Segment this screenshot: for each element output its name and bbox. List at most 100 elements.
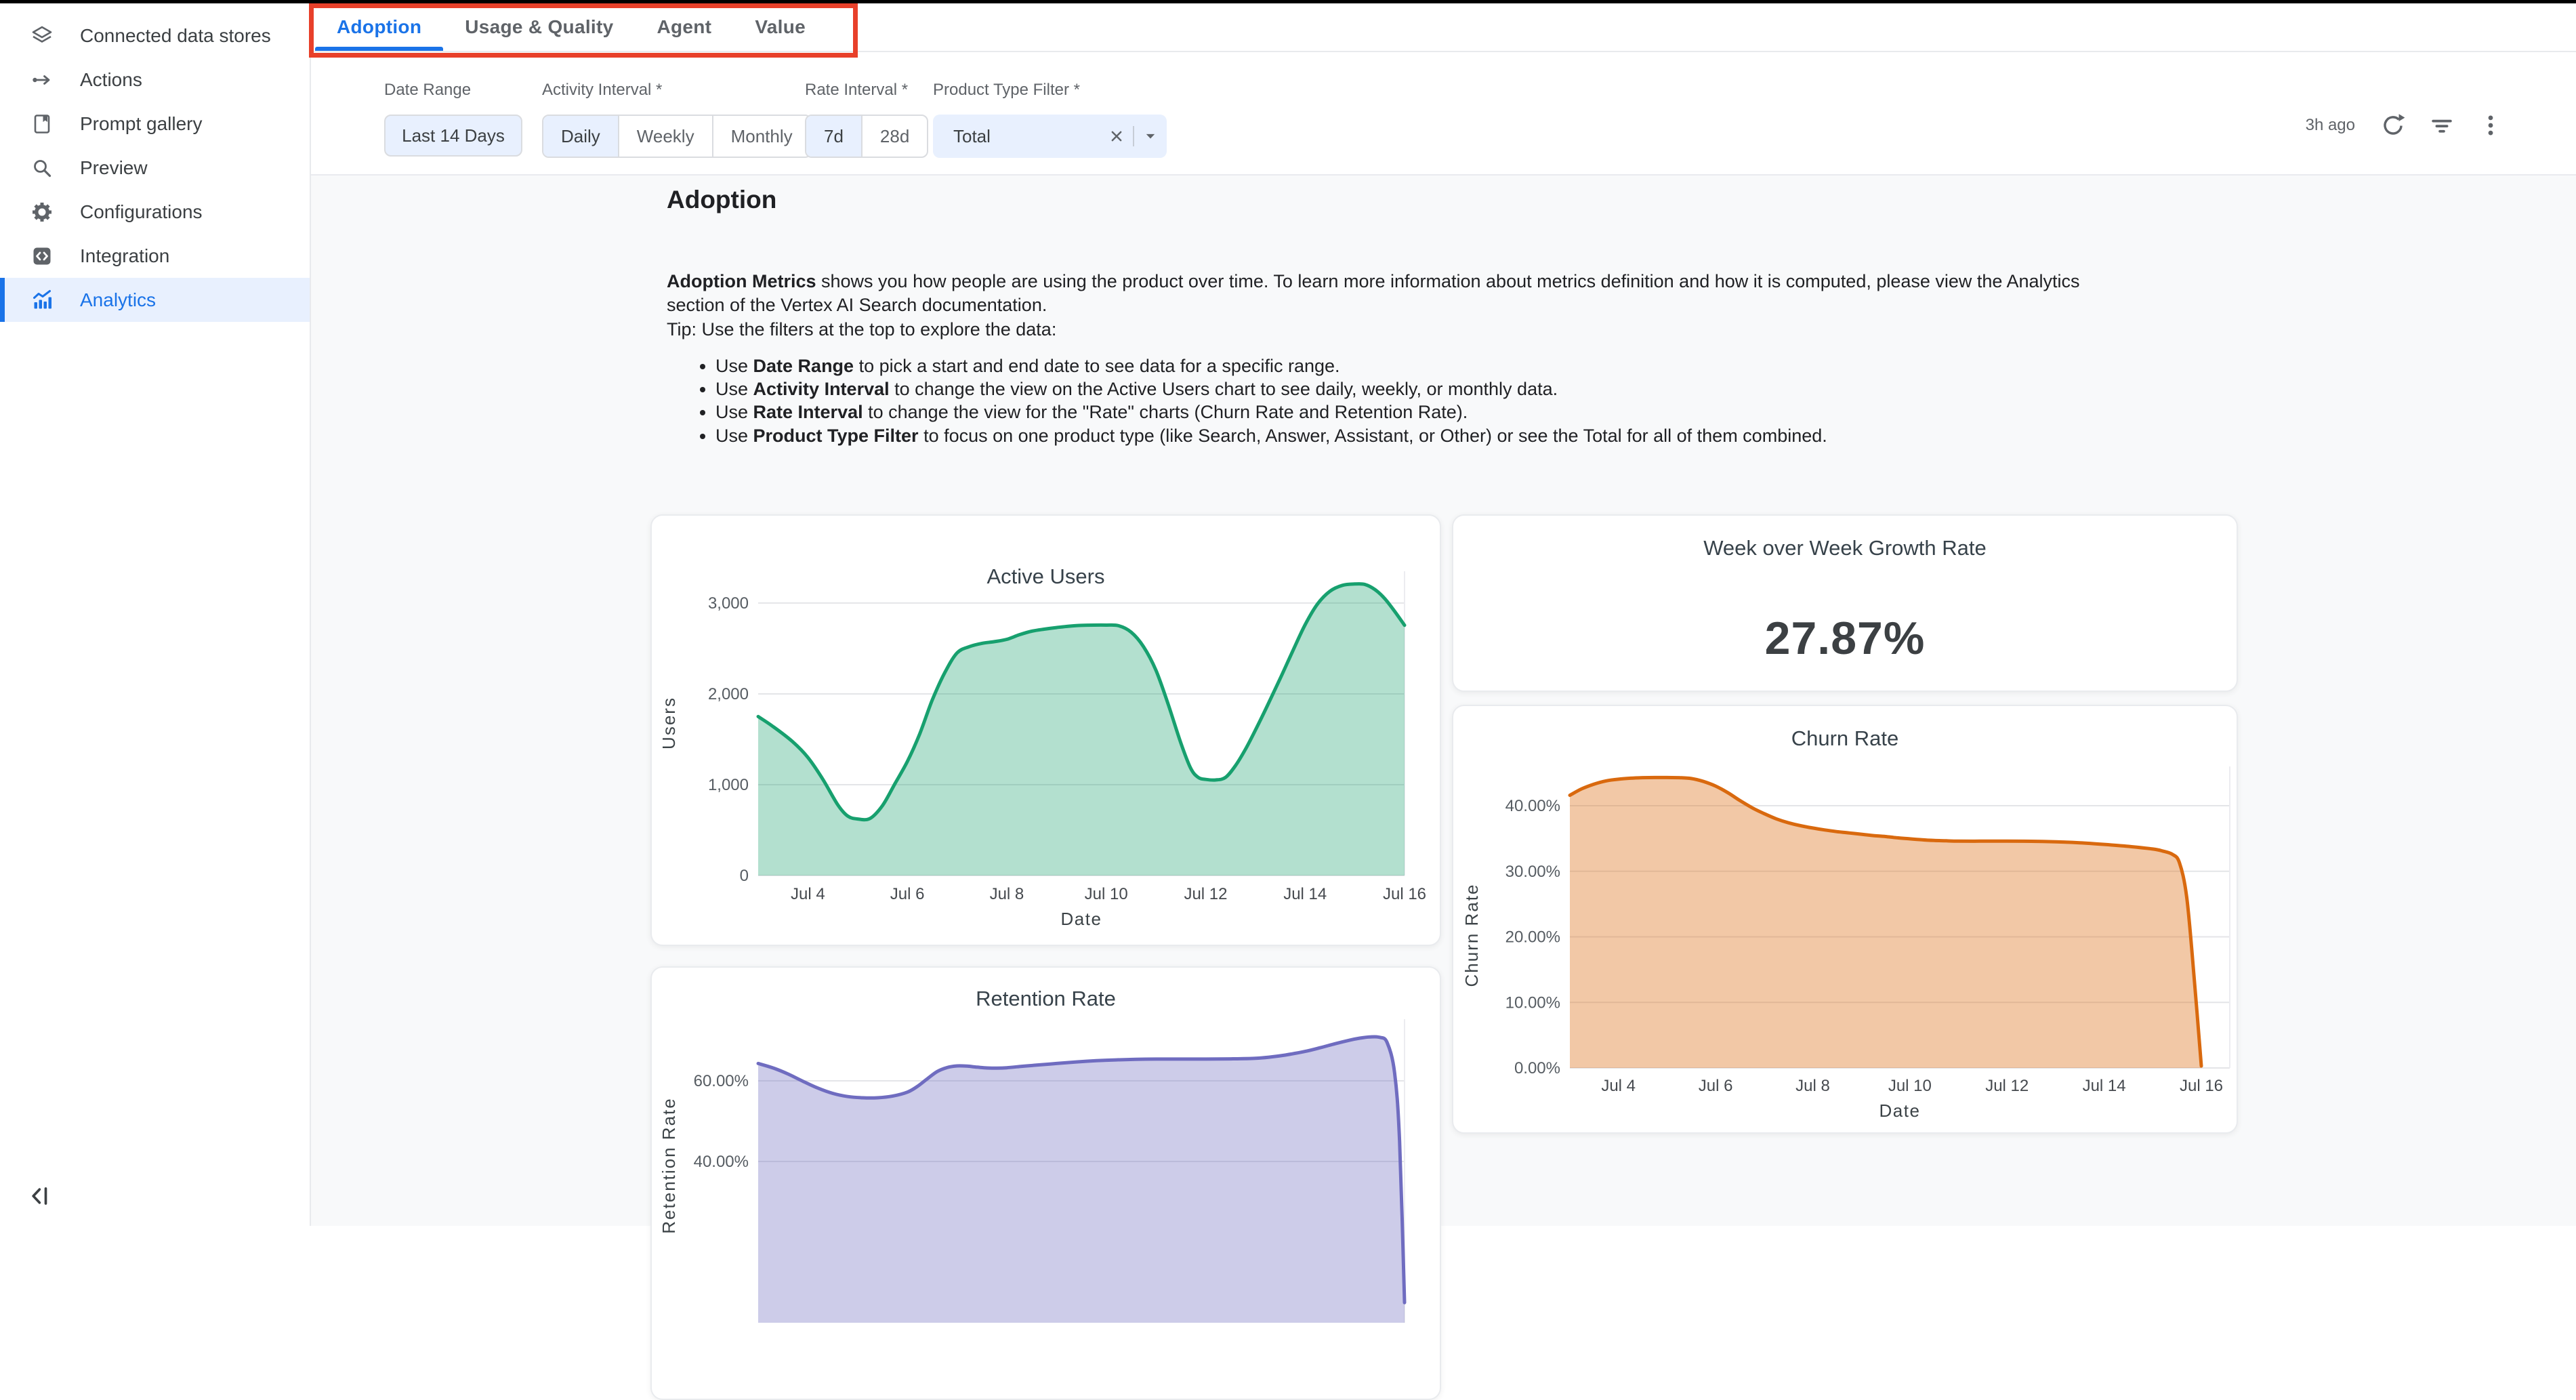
svg-text:Jul 12: Jul 12 xyxy=(1184,885,1227,903)
segment-daily[interactable]: Daily xyxy=(543,116,618,157)
app-window: Connected data stores Actions xyxy=(0,0,2576,1226)
list-item: Use Activity Interval to change the view… xyxy=(715,377,1827,400)
main-header: Adoption Usage & Quality Agent Value Dat… xyxy=(311,3,2576,176)
sidebar-item-configurations[interactable]: Configurations xyxy=(0,190,310,234)
svg-text:Date: Date xyxy=(1879,1100,1921,1121)
sidebar-item-label: Analytics xyxy=(80,289,156,311)
collapse-panel-icon[interactable] xyxy=(27,1181,57,1211)
sidebar-item-integration[interactable]: Integration xyxy=(0,234,310,278)
rate-interval-segments: 7d 28d xyxy=(805,115,928,158)
sidebar-item-label: Actions xyxy=(80,69,142,91)
actions-arrow-icon xyxy=(30,68,54,92)
svg-text:Jul 6: Jul 6 xyxy=(890,885,925,903)
filter-bar: Date Range Last 14 Days Activity Interva… xyxy=(311,52,2576,176)
rate-interval-filter: Rate Interval * 7d 28d xyxy=(805,81,928,158)
churn-rate-card: Churn Rate 0.00%10.00%20.00%30.00%40.00%… xyxy=(1452,705,2238,1134)
svg-text:Jul 14: Jul 14 xyxy=(1283,885,1327,903)
sidebar-item-label: Integration xyxy=(80,245,169,267)
growth-rate-value: 27.87% xyxy=(1453,612,2237,665)
churn-rate-chart: 0.00%10.00%20.00%30.00%40.00%Jul 4Jul 6J… xyxy=(1453,706,2238,1134)
sidebar-item-actions[interactable]: Actions xyxy=(0,58,310,102)
analytics-chart-icon xyxy=(30,288,54,312)
more-vert-icon[interactable] xyxy=(2476,110,2506,140)
tips-list: Use Date Range to pick a start and end d… xyxy=(667,354,1827,447)
intro-line1: shows you how people are using the produ… xyxy=(816,271,2080,291)
segment-weekly[interactable]: Weekly xyxy=(618,116,712,157)
datastore-icon xyxy=(30,24,54,48)
svg-text:30.00%: 30.00% xyxy=(1505,863,1560,881)
date-range-chip[interactable]: Last 14 Days xyxy=(384,115,522,157)
sidebar-item-analytics[interactable]: Analytics xyxy=(0,278,310,322)
list-item: Use Product Type Filter to focus on one … xyxy=(715,424,1827,447)
date-range-label: Date Range xyxy=(384,81,522,100)
svg-text:Jul 4: Jul 4 xyxy=(1601,1077,1636,1095)
growth-rate-card: Week over Week Growth Rate 27.87% xyxy=(1452,514,2238,692)
tab-agent[interactable]: Agent xyxy=(635,3,733,51)
sidebar-item-label: Prompt gallery xyxy=(80,113,203,135)
prompt-gallery-icon xyxy=(30,112,54,136)
svg-text:3,000: 3,000 xyxy=(708,594,749,613)
svg-text:Jul 12: Jul 12 xyxy=(1985,1077,2029,1095)
svg-text:Jul 8: Jul 8 xyxy=(1795,1077,1830,1095)
retention-rate-chart: 40.00% 60.00% Retention Rate xyxy=(652,968,1441,1388)
page-title: Adoption xyxy=(667,186,776,214)
filter-list-icon[interactable] xyxy=(2427,110,2457,140)
tab-value[interactable]: Value xyxy=(733,3,827,51)
sidebar-item-prompt-gallery[interactable]: Prompt gallery xyxy=(0,102,310,146)
activity-interval-label: Activity Interval * xyxy=(542,81,812,100)
last-refreshed-text: 3h ago xyxy=(2306,116,2355,135)
refresh-icon[interactable] xyxy=(2378,110,2408,140)
main-content: Adoption Adoption Metrics shows you how … xyxy=(311,174,2576,1226)
svg-text:Jul 16: Jul 16 xyxy=(1383,885,1426,903)
intro-line2: section of the Vertex AI Search document… xyxy=(667,295,1047,315)
svg-text:1,000: 1,000 xyxy=(708,776,749,794)
svg-text:20.00%: 20.00% xyxy=(1505,928,1560,947)
list-item: Use Date Range to pick a start and end d… xyxy=(715,354,1827,377)
sidebar-item-label: Configurations xyxy=(80,201,203,223)
svg-text:0.00%: 0.00% xyxy=(1514,1059,1560,1077)
sidebar-item-label: Preview xyxy=(80,157,148,179)
retention-rate-card: Retention Rate 40.00% 60.00% Retention Rat… xyxy=(650,966,1441,1400)
svg-text:Jul 6: Jul 6 xyxy=(1699,1077,1733,1095)
product-type-label: Product Type Filter * xyxy=(933,81,1167,100)
sidebar-item-connected-data-stores[interactable]: Connected data stores xyxy=(0,14,310,58)
sidebar-item-label: Connected data stores xyxy=(80,25,271,47)
svg-text:60.00%: 60.00% xyxy=(694,1072,749,1090)
refresh-cluster: 3h ago xyxy=(2306,110,2506,140)
clear-icon[interactable] xyxy=(1100,120,1133,152)
svg-text:Jul 10: Jul 10 xyxy=(1085,885,1128,903)
svg-text:Date: Date xyxy=(1061,909,1102,929)
active-users-card: Active Users 01,0002,0003,000Jul 4Jul 6J… xyxy=(650,514,1441,946)
svg-text:40.00%: 40.00% xyxy=(694,1153,749,1171)
intro-paragraph: Adoption Metrics shows you how people ar… xyxy=(667,270,2266,317)
tab-adoption[interactable]: Adoption xyxy=(315,3,443,51)
tab-usage-quality[interactable]: Usage & Quality xyxy=(443,3,635,51)
gear-icon xyxy=(30,200,54,224)
product-type-filter: Product Type Filter * Total xyxy=(933,81,1167,158)
svg-text:0: 0 xyxy=(740,867,749,885)
code-icon xyxy=(30,244,54,268)
window-top-edge xyxy=(0,0,2576,3)
product-type-chip[interactable]: Total xyxy=(933,115,1167,158)
svg-text:Retention Rate: Retention Rate xyxy=(659,1097,679,1233)
product-type-value: Total xyxy=(933,126,1100,147)
magnifier-icon xyxy=(30,156,54,180)
svg-text:40.00%: 40.00% xyxy=(1505,797,1560,815)
svg-text:Users: Users xyxy=(659,697,679,749)
tab-bar: Adoption Usage & Quality Agent Value xyxy=(311,3,2576,52)
rate-interval-label: Rate Interval * xyxy=(805,81,928,100)
svg-text:Jul 8: Jul 8 xyxy=(990,885,1024,903)
segment-monthly[interactable]: Monthly xyxy=(712,116,810,157)
svg-text:Jul 16: Jul 16 xyxy=(2180,1077,2223,1095)
active-users-chart: 01,0002,0003,000Jul 4Jul 6Jul 8Jul 10Jul… xyxy=(652,516,1441,946)
segment-28d[interactable]: 28d xyxy=(861,116,927,157)
activity-interval-filter: Activity Interval * Daily Weekly Monthly xyxy=(542,81,812,158)
dropdown-arrow-icon[interactable] xyxy=(1134,120,1167,152)
intro-bold: Adoption Metrics xyxy=(667,271,816,291)
svg-text:Jul 14: Jul 14 xyxy=(2083,1077,2126,1095)
svg-text:Churn Rate: Churn Rate xyxy=(1461,884,1482,987)
segment-7d[interactable]: 7d xyxy=(806,116,861,157)
sidebar-item-preview[interactable]: Preview xyxy=(0,146,310,190)
svg-text:2,000: 2,000 xyxy=(708,685,749,703)
tip-text: Tip: Use the filters at the top to explo… xyxy=(667,319,1056,340)
